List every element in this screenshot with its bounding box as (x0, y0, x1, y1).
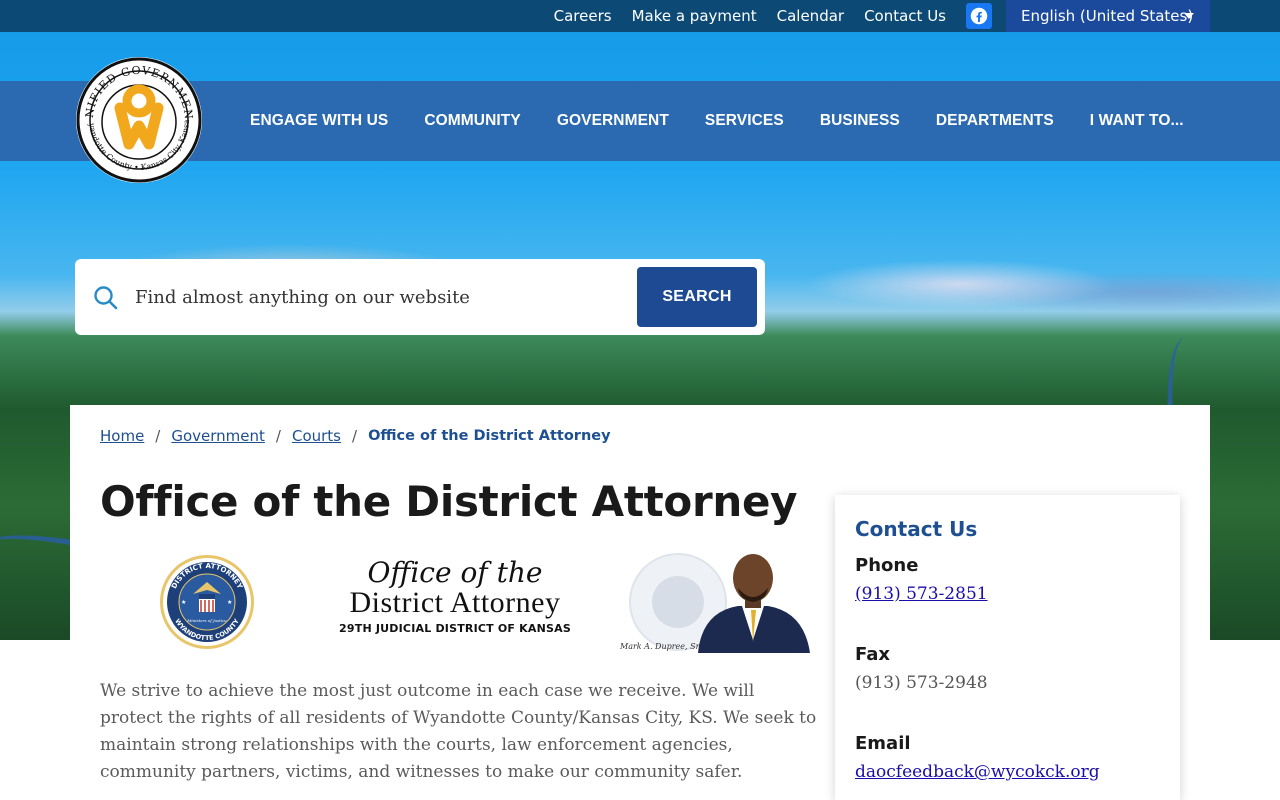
caret-down-icon (1184, 13, 1194, 19)
nav-services[interactable]: SERVICES (705, 112, 784, 130)
search-input[interactable] (135, 277, 625, 317)
breadcrumb-courts[interactable]: Courts (292, 427, 341, 445)
phone-link[interactable]: (913) 573-2851 (855, 584, 988, 604)
search-button[interactable]: SEARCH (637, 267, 757, 327)
facebook-icon[interactable] (966, 3, 992, 29)
search-icon (94, 286, 118, 310)
nav-government[interactable]: GOVERNMENT (557, 112, 669, 130)
district-attorney-portrait: Mark A. Dupree, Sr. (618, 550, 812, 653)
contact-card: Contact Us Phone (913) 573-2851 Fax (913… (835, 495, 1180, 800)
contact-us-link[interactable]: Contact Us (864, 7, 946, 25)
careers-link[interactable]: Careers (554, 7, 612, 25)
district-attorney-banner: DISTRICT ATTORNEY WYANDOTTE COUNTY Minis… (150, 550, 812, 660)
portrait-caption: Mark A. Dupree, Sr. (620, 642, 702, 651)
contact-title: Contact Us (855, 517, 978, 541)
language-select[interactable]: English (United States) (1006, 0, 1210, 32)
banner-title: Office of the District Attorney 29TH JUD… (310, 556, 600, 636)
banner-line-office-of-the: Office of the (367, 556, 543, 589)
utility-bar: Careers Make a payment Calendar Contact … (0, 0, 1280, 32)
svg-text:★: ★ (181, 599, 186, 606)
calendar-link[interactable]: Calendar (777, 7, 844, 25)
nav-community[interactable]: COMMUNITY (424, 112, 520, 130)
breadcrumb-current: Office of the District Attorney (368, 428, 611, 444)
fax-label: Fax (855, 644, 890, 665)
phone-label: Phone (855, 555, 919, 576)
fax-value: (913) 573-2948 (855, 673, 988, 693)
nav-engage-with-us[interactable]: ENGAGE WITH US (250, 112, 388, 130)
utility-links: Careers Make a payment Calendar Contact … (554, 0, 946, 32)
nav-i-want-to[interactable]: I WANT TO... (1090, 112, 1184, 130)
breadcrumb-home[interactable]: Home (100, 427, 144, 445)
unified-government-logo[interactable]: UNIFIED GOVERNMENT Wyandotte County • Ka… (70, 46, 203, 184)
language-label: English (United States) (1021, 7, 1194, 25)
site-search: SEARCH (75, 259, 765, 335)
breadcrumb: Home / Government / Courts / Office of t… (100, 427, 611, 445)
make-a-payment-link[interactable]: Make a payment (632, 7, 757, 25)
office-description: We strive to achieve the most just outco… (100, 681, 817, 782)
nav-business[interactable]: BUSINESS (820, 112, 900, 130)
email-link[interactable]: daocfeedback@wycokck.org (855, 762, 1100, 782)
email-label: Email (855, 733, 911, 754)
banner-line-district-attorney: District Attorney (349, 586, 561, 619)
breadcrumb-government[interactable]: Government (171, 427, 265, 445)
nav-departments[interactable]: DEPARTMENTS (936, 112, 1054, 130)
district-attorney-seal: DISTRICT ATTORNEY WYANDOTTE COUNTY Minis… (160, 555, 254, 649)
banner-line-judicial-district: 29TH JUDICIAL DISTRICT OF KANSAS (339, 622, 571, 635)
breadcrumb-separator: / (155, 427, 161, 445)
page-title: Office of the District Attorney (100, 477, 798, 526)
seal-motto-text: Ministers of Justice (186, 618, 227, 623)
breadcrumb-separator: / (275, 427, 281, 445)
svg-text:★: ★ (227, 599, 232, 606)
breadcrumb-separator: / (352, 427, 358, 445)
